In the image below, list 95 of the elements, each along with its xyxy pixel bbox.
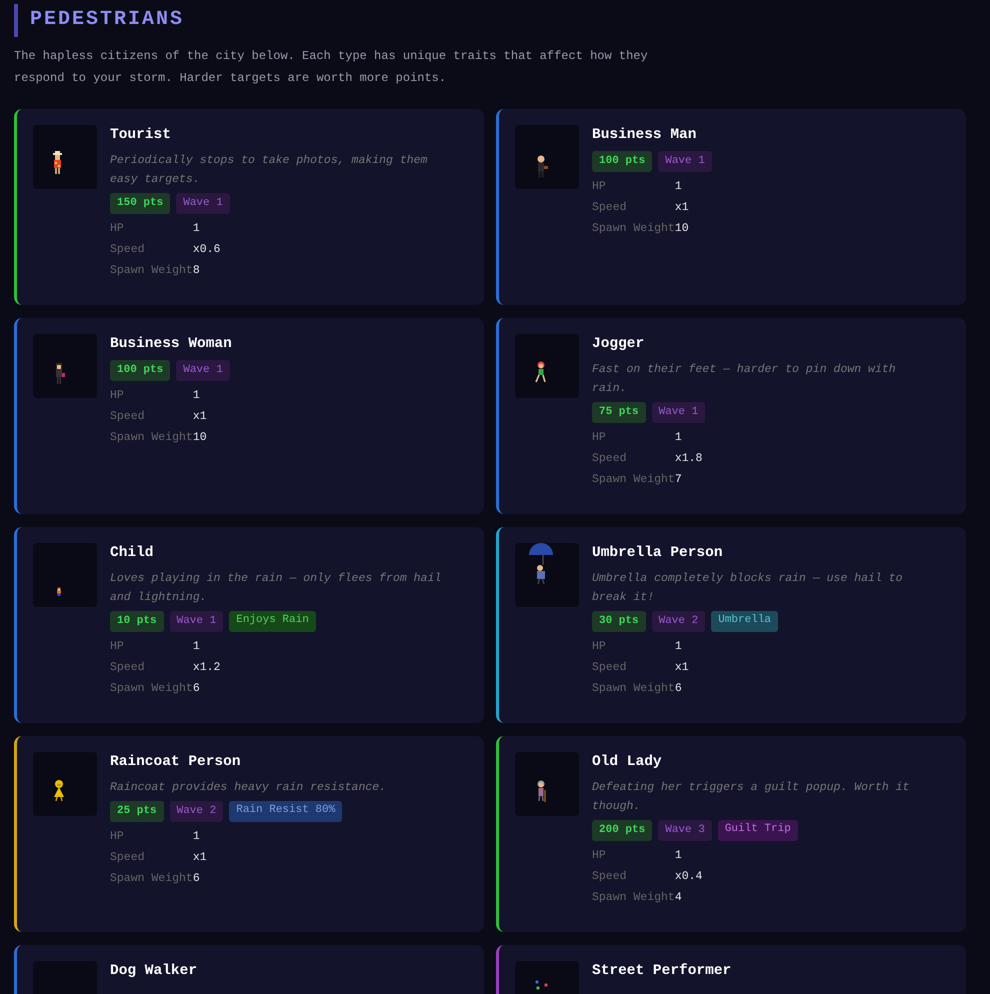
- stat-label: Spawn Weight: [110, 681, 193, 697]
- stat-label: Spawn Weight: [592, 472, 675, 488]
- businessman-icon: [537, 155, 548, 178]
- stat-value: 6: [674, 681, 683, 697]
- stat-label: Speed: [110, 409, 146, 425]
- stat-value: x0.4: [674, 869, 704, 885]
- stat-value: x1.2: [192, 660, 222, 676]
- stat-value: 10: [674, 221, 690, 237]
- stat-label: Spawn Weight: [110, 263, 193, 279]
- stat-value: 1: [674, 848, 683, 864]
- stat-value: 1: [192, 221, 201, 237]
- card-title: Business Man: [592, 127, 698, 143]
- wave-badge: Wave 3: [658, 820, 712, 841]
- card-title: Umbrella Person: [592, 545, 724, 561]
- stat-value: x0.6: [192, 242, 222, 258]
- wave-badge: Wave 1: [652, 402, 706, 423]
- card-description: Umbrella completely blocks rain — use hail to break it!: [592, 571, 904, 606]
- stat-value: 1: [192, 639, 201, 655]
- card-description: Periodically stops to take photos, making them easy targets.: [110, 153, 428, 188]
- juggling-balls-icon: [535, 980, 548, 990]
- points-badge: 10 pts: [110, 611, 164, 632]
- child-icon: [57, 587, 61, 596]
- trait-badge: Umbrella: [711, 611, 778, 632]
- stat-label: Spawn Weight: [592, 890, 675, 906]
- umbrella-person-icon: [529, 543, 553, 585]
- stat-value: 1: [674, 179, 683, 195]
- stat-value: 1: [674, 639, 683, 655]
- card-description: Fast on their feet — harder to pin down with rain.: [592, 362, 897, 397]
- wave-badge: Wave 1: [176, 360, 230, 381]
- stat-label: HP: [592, 430, 607, 446]
- stat-value: 6: [192, 681, 201, 697]
- stat-label: Speed: [110, 850, 146, 866]
- points-badge: 200 pts: [592, 820, 652, 841]
- stat-label: HP: [592, 639, 607, 655]
- old-lady-icon: [537, 780, 546, 802]
- points-badge: 75 pts: [592, 402, 646, 423]
- stat-value: 4: [674, 890, 683, 906]
- stat-label: Spawn Weight: [110, 871, 193, 887]
- stat-label: Spawn Weight: [592, 681, 675, 697]
- stat-label: Speed: [592, 451, 628, 467]
- stat-value: 6: [192, 871, 201, 887]
- stat-value: x1: [674, 200, 690, 216]
- section-title: PEDESTRIANS: [30, 8, 186, 31]
- card-description: Loves playing in the rain — only flees from hail and lightning.: [110, 571, 442, 606]
- wave-badge: Wave 1: [176, 193, 230, 214]
- stat-value: 8: [192, 263, 201, 279]
- stat-label: HP: [592, 179, 607, 195]
- stat-value: x1: [192, 409, 208, 425]
- stat-value: 1: [192, 829, 201, 845]
- trait-badge: Guilt Trip: [718, 820, 798, 841]
- stat-label: HP: [110, 829, 125, 845]
- wave-badge: Wave 1: [658, 151, 712, 172]
- stat-label: Speed: [592, 200, 628, 216]
- stat-label: HP: [110, 388, 125, 404]
- card-title: Raincoat Person: [110, 754, 242, 770]
- points-badge: 100 pts: [110, 360, 170, 381]
- trait-badge: Enjoys Rain: [229, 611, 316, 632]
- stat-value: x1: [192, 850, 208, 866]
- card-title: Child: [110, 545, 155, 561]
- points-badge: 100 pts: [592, 151, 652, 172]
- wave-badge: Wave 1: [170, 611, 224, 632]
- card-title: Business Woman: [110, 336, 233, 352]
- card-description: Defeating her triggers a guilt popup. Worth it though.: [592, 780, 910, 815]
- stat-label: Speed: [110, 660, 146, 676]
- card-title: Old Lady: [592, 754, 663, 770]
- stat-value: x1: [674, 660, 690, 676]
- stat-label: HP: [110, 639, 125, 655]
- card-title: Tourist: [110, 127, 172, 143]
- points-badge: 25 pts: [110, 801, 164, 822]
- stat-value: 1: [192, 388, 201, 404]
- stat-value: 7: [674, 472, 683, 488]
- stat-value: 10: [192, 430, 208, 446]
- stat-label: Speed: [592, 660, 628, 676]
- raincoat-person-icon: [54, 780, 64, 801]
- intro-text: The hapless citizens of the city below. Each type has unique traits that affect how they respond to your storm. Harder targets are worth more points.: [14, 48, 649, 87]
- card-description: Raincoat provides heavy rain resistance.: [110, 780, 388, 796]
- stat-label: HP: [110, 221, 125, 237]
- card-title: Street Performer: [592, 963, 732, 979]
- stat-label: Spawn Weight: [110, 430, 193, 446]
- card-title: Jogger: [592, 336, 646, 352]
- tourist-icon: [53, 151, 62, 174]
- stat-label: HP: [592, 848, 607, 864]
- stat-label: Speed: [110, 242, 146, 258]
- points-badge: 30 pts: [592, 611, 646, 632]
- stat-label: Speed: [592, 869, 628, 885]
- stat-label: Spawn Weight: [592, 221, 675, 237]
- points-badge: 150 pts: [110, 193, 170, 214]
- card-title: Dog Walker: [110, 963, 198, 979]
- businesswoman-icon: [56, 363, 65, 384]
- trait-badge: Rain Resist 80%: [229, 801, 342, 822]
- jogger-icon: [535, 361, 546, 383]
- stat-value: x1.8: [674, 451, 704, 467]
- wave-badge: Wave 2: [170, 801, 224, 822]
- wave-badge: Wave 2: [652, 611, 706, 632]
- stat-value: 1: [674, 430, 683, 446]
